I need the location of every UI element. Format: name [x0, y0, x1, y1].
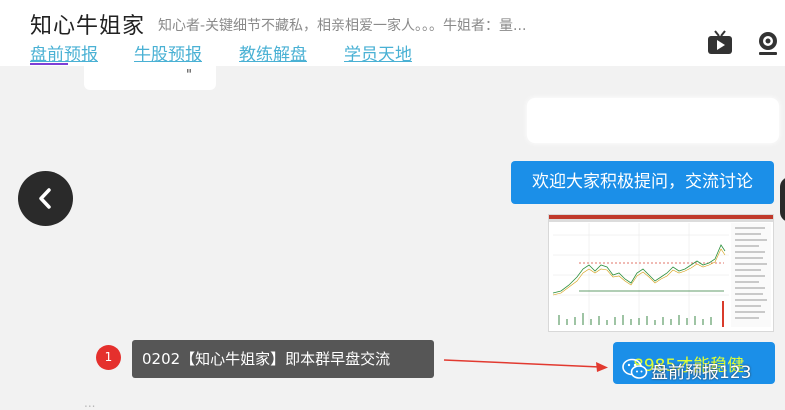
- step-badge: 1: [96, 345, 121, 370]
- site-title: 知心牛姐家: [30, 14, 146, 39]
- watermark-label: 盘前预报123: [651, 363, 752, 383]
- chat-bubble-welcome: 欢迎大家积极提问，交流讨论: [511, 161, 774, 204]
- nav-item-pre-market[interactable]: 盘前预报: [30, 40, 98, 65]
- stock-chart-image: [549, 215, 773, 327]
- page-header: 知心牛姐家 知心者-关键细节不藏私，相亲相爱一家人。。。牛姐者：量... 盘前预…: [0, 0, 785, 66]
- chat-fragment-text: ": [186, 68, 192, 83]
- nav-active-indicator: [30, 63, 68, 65]
- nav-item-stock-forecast[interactable]: 牛股预报: [134, 40, 202, 65]
- nav-item-coach-analysis[interactable]: 教练解盘: [239, 40, 307, 65]
- tv-icon[interactable]: [707, 30, 733, 56]
- chevron-left-icon: [39, 188, 51, 209]
- back-button[interactable]: [18, 171, 73, 226]
- bottom-faint-text: ...: [84, 396, 96, 410]
- stock-chart-thumbnail[interactable]: [548, 214, 774, 332]
- chat-bubble-fragment: ": [84, 66, 216, 90]
- chat-bubble-blurred: [527, 98, 779, 143]
- annotation-tooltip: 0202【知心牛姐家】即本群早盘交流: [132, 340, 434, 378]
- site-description: 知心者-关键细节不藏私，相亲相爱一家人。。。牛姐者：量...: [158, 18, 527, 34]
- arrow-right-icon: [443, 359, 608, 372]
- nav-item-student-world[interactable]: 学员天地: [344, 40, 412, 65]
- live-camera-icon[interactable]: [755, 30, 781, 56]
- next-button-edge[interactable]: [780, 177, 785, 222]
- wechat-icon: [622, 358, 648, 379]
